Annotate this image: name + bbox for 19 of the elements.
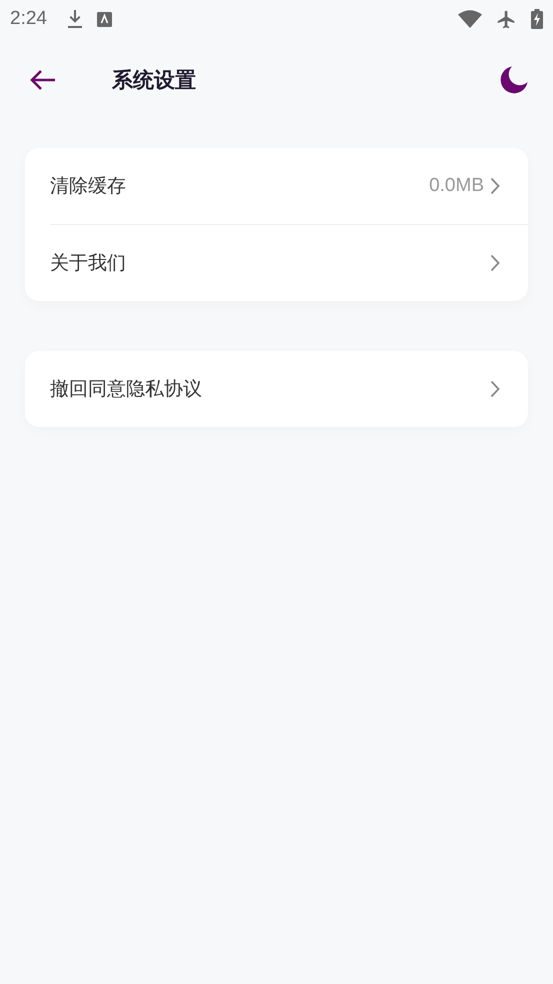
row-label: 清除缓存 (50, 174, 126, 199)
moon-icon[interactable] (499, 65, 529, 95)
battery-charging-icon (531, 9, 543, 29)
chevron-right-icon (490, 254, 500, 272)
settings-row[interactable]: 撤回同意隐私协议 (50, 351, 528, 427)
row-label: 关于我们 (50, 251, 126, 276)
settings-row[interactable]: 关于我们 (50, 224, 528, 301)
chevron-right-icon (490, 380, 500, 398)
settings-row[interactable]: 清除缓存 0.0MB (50, 148, 528, 224)
app-notification-icon (96, 12, 112, 26)
back-arrow-icon[interactable] (30, 69, 56, 91)
wifi-icon (458, 10, 482, 28)
status-time: 2:24 (10, 8, 47, 30)
row-value: 0.0MB (429, 175, 484, 197)
download-icon (66, 9, 83, 29)
airplane-icon (496, 8, 517, 30)
chevron-right-icon (490, 177, 500, 195)
row-label: 撤回同意隐私协议 (50, 377, 202, 402)
page-title: 系统设置 (112, 67, 196, 94)
